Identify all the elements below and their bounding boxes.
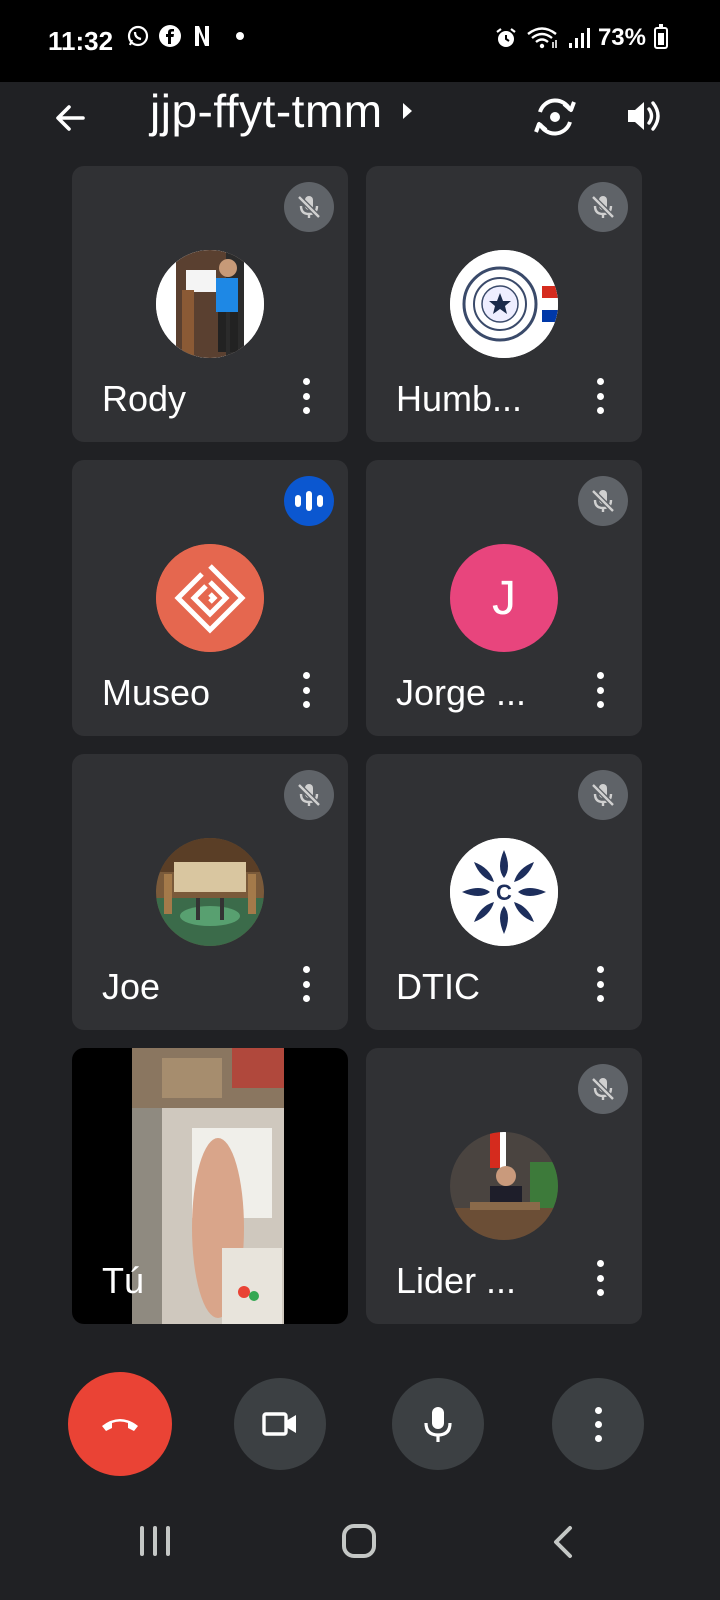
facebook-icon (158, 24, 182, 48)
battery-icon (654, 24, 668, 49)
meeting-header: jjp-ffyt-tmm (0, 82, 720, 162)
dtic-logo-avatar: C (450, 838, 558, 946)
more-vert-icon (594, 1406, 602, 1414)
camera-toggle-button[interactable] (234, 1378, 326, 1470)
video-camera-icon (262, 1412, 296, 1436)
participant-options-button[interactable] (588, 1260, 612, 1296)
nav-back-button[interactable] (548, 1524, 578, 1560)
status-bar: 11:32 73% (0, 0, 720, 82)
more-notifications-dot (236, 32, 244, 40)
mic-off-icon (578, 770, 628, 820)
participant-name: Jorge ... (396, 672, 527, 713)
signal-icon (568, 26, 590, 50)
mic-off-icon (578, 476, 628, 526)
participant-name: Humb... (396, 378, 523, 419)
avatar-rody (156, 250, 264, 358)
wifi-icon (526, 26, 560, 50)
end-call-button[interactable] (68, 1372, 172, 1476)
notification-icons (126, 24, 244, 48)
participant-options-button[interactable] (294, 672, 318, 708)
avatar-lider (450, 1132, 558, 1240)
mic-off-icon (284, 770, 334, 820)
participant-options-button[interactable] (588, 672, 612, 708)
participant-tile-rody[interactable]: Rody (72, 166, 348, 442)
mic-off-icon (284, 182, 334, 232)
meeting-title[interactable]: jjp-ffyt-tmm (150, 84, 412, 138)
participant-name: Lider ... (396, 1260, 517, 1301)
chevron-left-icon (554, 1526, 572, 1558)
museo-logo-avatar (156, 544, 264, 652)
switch-camera-icon (534, 98, 576, 136)
call-controls (0, 1372, 720, 1476)
mic-off-icon (578, 1064, 628, 1114)
arrow-left-icon (56, 105, 85, 131)
participant-tile-jorge[interactable]: J Jorge ... (366, 460, 642, 736)
self-video-tile[interactable]: Tú (72, 1048, 348, 1324)
battery-percent: 73% (597, 24, 646, 51)
participant-name-self: Tú (102, 1260, 145, 1301)
paraguay-seal-avatar (450, 250, 558, 358)
speaking-indicator-icon (284, 476, 334, 526)
system-navigation-bar (0, 1500, 720, 1600)
participant-name: Rody (102, 378, 187, 419)
avatar-joe (156, 838, 264, 946)
self-camera-feed (132, 1048, 284, 1324)
whatsapp-icon (126, 24, 150, 48)
participant-tile-lider[interactable]: Lider ... (366, 1048, 642, 1324)
participant-options-button[interactable] (588, 966, 612, 1002)
more-options-button[interactable] (552, 1378, 644, 1470)
svg-text:C: C (496, 880, 512, 905)
mic-off-icon (578, 182, 628, 232)
meeting-code: jjp-ffyt-tmm (150, 85, 383, 137)
participant-tile-dtic[interactable]: C DTIC (366, 754, 642, 1030)
participant-tile-museo[interactable]: Museo (72, 460, 348, 736)
back-button[interactable] (48, 96, 92, 140)
switch-camera-button[interactable] (530, 92, 580, 142)
recent-apps-button[interactable] (140, 1526, 176, 1560)
participant-options-button[interactable] (588, 378, 612, 414)
participant-tile-joe[interactable]: Joe (72, 754, 348, 1030)
participant-name: Joe (102, 966, 161, 1007)
mic-icon (424, 1407, 452, 1442)
status-time: 11:32 (48, 26, 114, 56)
home-button[interactable] (342, 1524, 376, 1558)
microphone-toggle-button[interactable] (392, 1378, 484, 1470)
participant-options-button[interactable] (294, 966, 318, 1002)
caret-right-icon (402, 103, 412, 119)
participant-name: Museo (102, 672, 211, 713)
system-indicators: 73% (494, 24, 668, 52)
phone-hangup-icon (102, 1419, 138, 1431)
participant-options-button[interactable] (294, 378, 318, 414)
alarm-icon (494, 26, 518, 50)
participant-name: DTIC (396, 966, 480, 1007)
speaker-icon (628, 101, 660, 131)
avatar-initial-jorge: J (450, 544, 558, 652)
netflix-icon (190, 24, 214, 48)
participant-tile-humb[interactable]: Humb... (366, 166, 642, 442)
speaker-button[interactable] (622, 94, 666, 138)
